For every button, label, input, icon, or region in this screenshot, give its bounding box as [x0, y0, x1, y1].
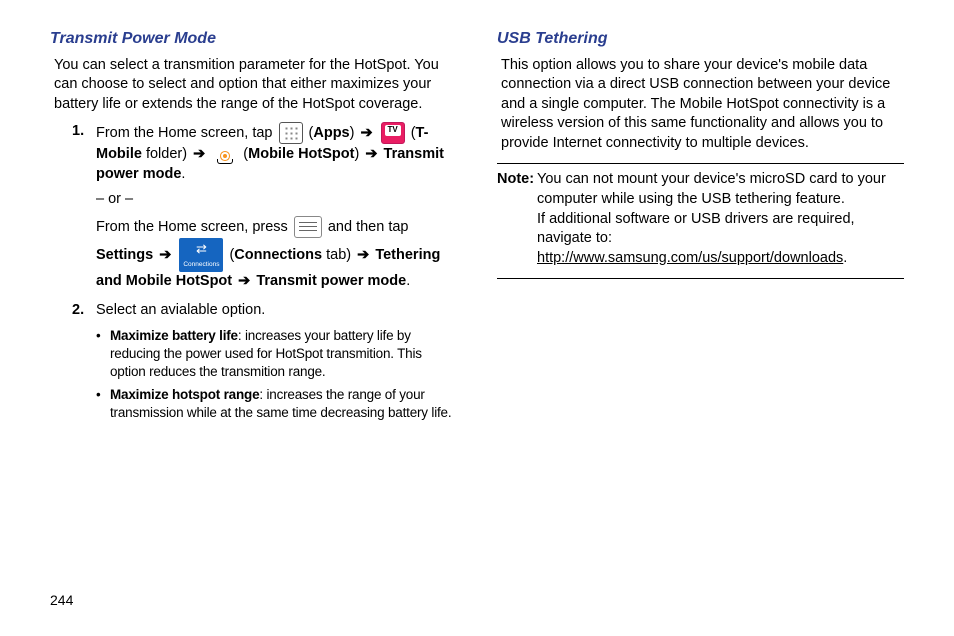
arrow-icon: ➔	[360, 125, 372, 141]
text: From the Home screen, press	[96, 219, 292, 235]
page-content: Transmit Power Mode You can select a tra…	[0, 0, 954, 608]
left-column: Transmit Power Mode You can select a tra…	[50, 28, 457, 588]
arrow-icon: ➔	[365, 146, 377, 162]
bullet-text: Maximize hotspot range: increases the ra…	[110, 386, 457, 422]
bullet-dot: •	[96, 327, 110, 382]
connections-icon	[179, 238, 223, 272]
hotspot-icon	[213, 144, 237, 164]
connections-label: Connections	[234, 247, 322, 263]
text: folder)	[142, 146, 191, 162]
support-link[interactable]: http://www.samsung.com/us/support/downlo…	[537, 250, 843, 266]
apps-icon	[279, 122, 303, 144]
right-column: USB Tethering This option allows you to …	[497, 28, 904, 588]
bullet-item: • Maximize battery life: increases your …	[96, 327, 457, 382]
step-1: 1. From the Home screen, tap (Apps) ➔ (T…	[72, 122, 457, 184]
note-label: Note:	[497, 170, 537, 268]
text: and then tap	[328, 219, 409, 235]
settings-label: Settings	[96, 247, 153, 263]
transmit-label: Transmit power mode	[256, 273, 406, 289]
or-separator: – or –	[96, 190, 457, 210]
bullet-text: Maximize battery life: increases your ba…	[110, 327, 457, 382]
arrow-icon: ➔	[193, 146, 205, 162]
tmobile-icon	[381, 122, 405, 144]
bullet-head: Maximize battery life	[110, 328, 238, 343]
step-number: 2.	[72, 301, 96, 321]
page-number: 244	[50, 592, 73, 608]
intro-text: You can select a transmition parameter f…	[54, 56, 457, 115]
divider	[497, 163, 904, 164]
heading-usb-tethering: USB Tethering	[497, 28, 904, 50]
divider	[497, 278, 904, 279]
step-2: 2. Select an avialable option.	[72, 301, 457, 321]
note-text: If additional software or USB drivers ar…	[537, 211, 855, 247]
step-number: 1.	[72, 122, 96, 184]
arrow-icon: ➔	[357, 247, 369, 263]
bullet-dot: •	[96, 386, 110, 422]
hotspot-label: Mobile HotSpot	[248, 146, 354, 162]
step-1-alt: From the Home screen, press and then tap…	[96, 216, 457, 292]
text: From the Home screen, tap	[96, 125, 277, 141]
menu-icon	[294, 216, 322, 238]
bullet-item: • Maximize hotspot range: increases the …	[96, 386, 457, 422]
heading-transmit-power: Transmit Power Mode	[50, 28, 457, 50]
arrow-icon: ➔	[238, 273, 250, 289]
step-body: Select an avialable option.	[96, 301, 457, 321]
bullet-head: Maximize hotspot range	[110, 387, 259, 402]
step-body: From the Home screen, tap (Apps) ➔ (T-Mo…	[96, 122, 457, 184]
text: tab)	[322, 247, 355, 263]
note-block: Note: You can not mount your device's mi…	[497, 170, 904, 268]
note-text: .	[843, 250, 847, 266]
intro-text: This option allows you to share your dev…	[501, 56, 904, 154]
note-text: You can not mount your device's microSD …	[537, 171, 886, 207]
apps-label: Apps	[313, 125, 349, 141]
note-body: You can not mount your device's microSD …	[537, 170, 904, 268]
arrow-icon: ➔	[159, 247, 171, 263]
